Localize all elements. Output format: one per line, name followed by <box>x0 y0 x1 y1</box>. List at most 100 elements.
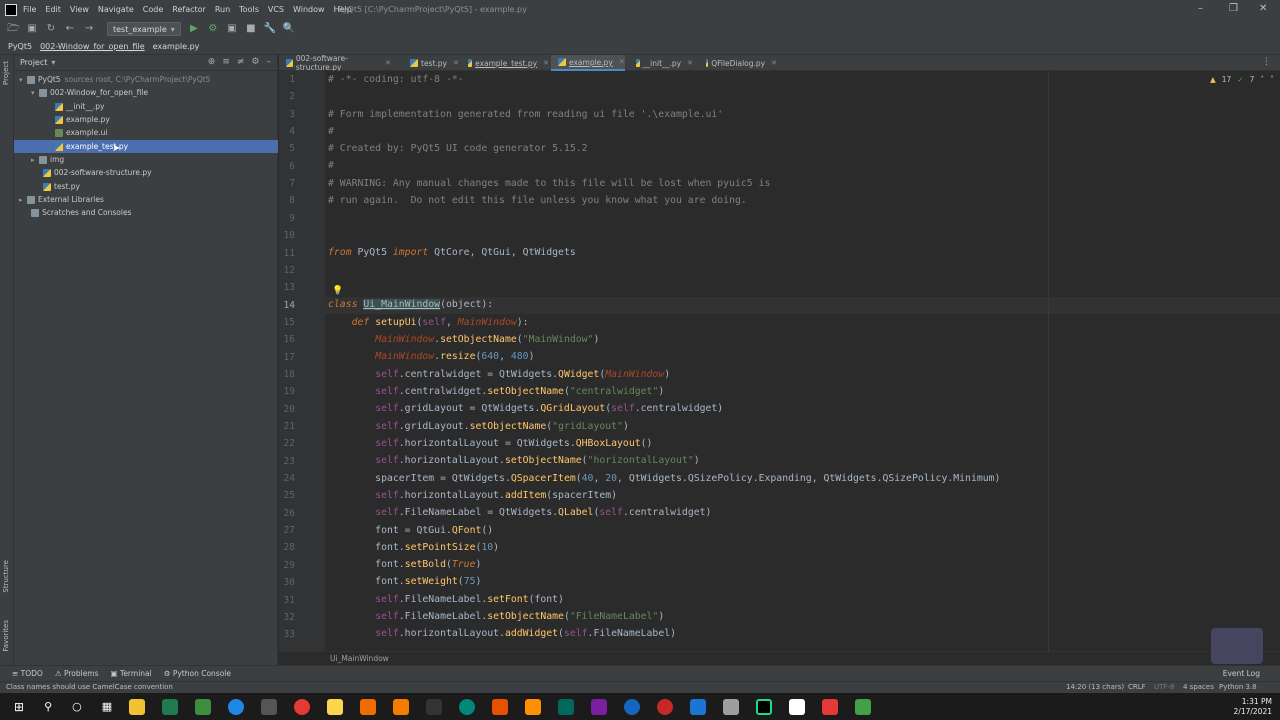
app-icon[interactable] <box>162 698 179 715</box>
tree-scratches[interactable]: Scratches and Consoles <box>14 206 278 219</box>
hide-icon[interactable]: – <box>267 57 272 67</box>
locate-icon[interactable]: ⊕ <box>208 57 216 67</box>
cortana-icon[interactable]: ○ <box>72 700 82 713</box>
tab-example-test[interactable]: example_test.py ✕ <box>461 55 549 71</box>
back-icon[interactable]: ← <box>64 23 76 35</box>
run-icon[interactable]: ▶ <box>188 23 200 35</box>
gear-icon[interactable]: ⚙ <box>251 57 259 67</box>
tab-qfiledialog[interactable]: QFileDialog.py ✕ <box>699 55 777 71</box>
todo-tool-button[interactable]: ≡ TODO <box>12 669 43 678</box>
python-console-tool-button[interactable]: ⚙ Python Console <box>164 669 231 678</box>
tree-folder-img[interactable]: ▸ img <box>14 153 278 166</box>
stop-icon[interactable]: ■ <box>245 23 257 35</box>
app-icon[interactable] <box>492 698 509 715</box>
menu-edit[interactable]: Edit <box>45 5 61 14</box>
youtube-icon[interactable] <box>822 698 839 715</box>
tab-list-icon[interactable]: ⋮ <box>1262 57 1271 67</box>
code-editor[interactable]: 💡 # -*- coding: utf-8 -*- # Form impleme… <box>325 71 1280 651</box>
edge-icon[interactable] <box>228 698 245 715</box>
tree-file-example-ui[interactable]: example.ui <box>14 126 278 139</box>
breadcrumb-file[interactable]: example.py <box>153 42 200 51</box>
windows-start-icon[interactable]: ⊞ <box>14 700 24 714</box>
editor-breadcrumb-class[interactable]: Ui_MainWindow <box>330 654 389 663</box>
wrench-icon[interactable]: 🔧 <box>264 23 276 35</box>
search-icon[interactable]: 🔍 <box>283 23 295 35</box>
terminal-icon[interactable] <box>426 698 443 715</box>
breadcrumb-folder[interactable]: 002-Window_for_open_file <box>40 42 145 51</box>
close-icon[interactable]: ✕ <box>1259 3 1267 14</box>
search-icon[interactable]: ⚲ <box>44 700 52 713</box>
indent-setting[interactable]: 4 spaces <box>1183 683 1214 691</box>
menu-run[interactable]: Run <box>215 5 230 14</box>
minimize-icon[interactable]: – <box>1198 3 1203 14</box>
menu-window[interactable]: Window <box>293 5 325 14</box>
event-log-button[interactable]: Event Log <box>1223 669 1260 678</box>
vscode-icon[interactable] <box>690 698 707 715</box>
app-icon[interactable] <box>327 698 344 715</box>
close-icon[interactable]: ✕ <box>619 58 625 66</box>
app-icon[interactable] <box>525 698 542 715</box>
app-icon[interactable] <box>360 698 377 715</box>
structure-tool-tab[interactable]: Structure <box>2 560 10 593</box>
tree-external-libraries[interactable]: ▸ External Libraries <box>14 193 278 206</box>
file-encoding[interactable]: UTF-8 <box>1154 683 1174 691</box>
tree-root[interactable]: ▾ PyQt5 sources root, C:\PyCharmProject\P… <box>14 73 278 86</box>
menu-view[interactable]: View <box>70 5 89 14</box>
app-icon[interactable] <box>657 698 674 715</box>
project-tool-tab[interactable]: Project <box>2 61 10 85</box>
tree-file-example-test[interactable]: example_test.py <box>14 140 278 153</box>
tab-software-structure[interactable]: 002-software-structure.py ✕ <box>279 54 391 72</box>
menu-tools[interactable]: Tools <box>239 5 259 14</box>
forward-icon[interactable]: → <box>83 23 95 35</box>
task-view-icon[interactable]: ▦ <box>102 700 112 713</box>
caret-position[interactable]: 14:20 (13 chars) <box>1066 683 1124 691</box>
tab-example[interactable]: example.py ✕ <box>551 55 625 71</box>
tree-folder-window[interactable]: ▾ 002-Window_for_open_file <box>14 86 278 99</box>
chevron-down-icon[interactable]: ˅ <box>1270 75 1274 84</box>
tree-file-init[interactable]: __init__.py <box>14 100 278 113</box>
expand-all-icon[interactable]: ≡ <box>222 57 230 67</box>
breadcrumb-project[interactable]: PyQt5 <box>8 42 32 51</box>
tab-init[interactable]: __init__.py ✕ <box>629 55 693 71</box>
inspection-widget[interactable]: ▲ 17 ✓ 7 ˄ ˅ <box>1210 75 1274 84</box>
lightbulb-icon[interactable]: 💡 <box>332 286 343 296</box>
app-icon[interactable] <box>624 698 641 715</box>
favorites-tool-tab[interactable]: Favorites <box>2 620 10 652</box>
close-icon[interactable]: ✕ <box>453 59 459 67</box>
app-icon[interactable] <box>393 698 410 715</box>
app-icon[interactable] <box>558 698 575 715</box>
chevron-up-icon[interactable]: ˄ <box>1260 75 1264 84</box>
chrome-icon[interactable] <box>294 698 311 715</box>
system-clock[interactable]: 1:31 PM 2/17/2021 <box>1234 697 1272 717</box>
run-config-selector[interactable]: test_example ▾ <box>107 22 181 36</box>
tab-test[interactable]: test.py ✕ <box>403 55 459 71</box>
menu-vcs[interactable]: VCS <box>268 5 284 14</box>
terminal-tool-button[interactable]: ▣ Terminal <box>111 669 152 678</box>
restore-icon[interactable]: ❐ <box>1229 3 1238 14</box>
app-icon[interactable] <box>195 698 212 715</box>
chevron-down-icon[interactable]: ▾ <box>51 58 55 67</box>
close-icon[interactable]: ✕ <box>771 59 777 67</box>
coverage-icon[interactable]: ▣ <box>226 23 238 35</box>
close-icon[interactable]: ✕ <box>385 59 391 67</box>
project-panel-title[interactable]: Project <box>20 58 47 67</box>
sync-icon[interactable]: ↻ <box>45 23 57 35</box>
menu-refactor[interactable]: Refactor <box>172 5 206 14</box>
save-icon[interactable]: ▣ <box>26 23 38 35</box>
close-icon[interactable]: ✕ <box>687 59 693 67</box>
menu-navigate[interactable]: Navigate <box>98 5 134 14</box>
python-interpreter[interactable]: Python 3.8 <box>1219 683 1257 691</box>
notion-icon[interactable] <box>789 698 806 715</box>
onenote-icon[interactable] <box>591 698 608 715</box>
app-icon[interactable] <box>459 698 476 715</box>
line-separator[interactable]: CRLF <box>1128 683 1146 691</box>
close-icon[interactable]: ✕ <box>543 59 549 67</box>
pycharm-icon[interactable] <box>756 698 773 715</box>
menu-code[interactable]: Code <box>143 5 163 14</box>
collapse-all-icon[interactable]: ≠ <box>237 57 245 67</box>
file-explorer-icon[interactable] <box>129 698 146 715</box>
tree-file-test[interactable]: test.py <box>14 180 278 193</box>
tree-file-software-structure[interactable]: 002-software-structure.py <box>14 166 278 179</box>
menu-file[interactable]: File <box>23 5 36 14</box>
app-icon[interactable] <box>261 698 278 715</box>
